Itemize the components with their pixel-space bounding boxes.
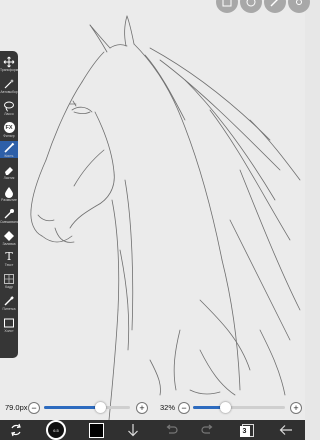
opacity-plus-button[interactable]: +: [290, 402, 302, 414]
tool-palette: Трансформ Автовыбор Лассо FX Фильтр Кист…: [0, 51, 18, 358]
eraser-icon: [2, 163, 16, 176]
secondary-color-button[interactable]: [88, 422, 104, 438]
tool-lasso[interactable]: Лассо: [0, 99, 18, 116]
smudge-icon: [2, 207, 16, 220]
back-arrow-icon[interactable]: [278, 422, 294, 438]
drawing-canvas[interactable]: [0, 0, 305, 440]
blur-icon: [2, 185, 16, 198]
redo-icon[interactable]: [200, 422, 216, 438]
tool-eyedropper[interactable]: Пипетка: [0, 294, 18, 311]
secondary-color-swatch: [88, 422, 104, 438]
magic-wand-icon: [2, 77, 16, 90]
rotate-canvas-icon[interactable]: [8, 422, 24, 438]
fill-icon: [2, 229, 16, 242]
lasso-icon: [2, 99, 16, 112]
layers-stack-icon: 3: [239, 423, 254, 437]
frame-icon: [2, 272, 16, 285]
layer-count: 3: [239, 425, 250, 437]
size-plus-button[interactable]: +: [136, 402, 148, 414]
move-icon: [2, 55, 16, 68]
tool-smudge[interactable]: Смешивание: [0, 207, 18, 224]
opacity-label: 32%: [160, 403, 176, 412]
eyedropper-icon: [2, 294, 16, 307]
tool-blur[interactable]: Размытие: [0, 185, 18, 202]
color-size-label: 6.5: [53, 427, 59, 433]
opacity-track[interactable]: [193, 406, 285, 409]
size-fill: [44, 406, 101, 409]
tool-eraser[interactable]: Ластик: [0, 163, 18, 180]
opacity-knob[interactable]: [219, 402, 231, 413]
undo-icon[interactable]: [163, 422, 179, 438]
tool-canvas[interactable]: Холст: [0, 316, 18, 333]
tool-filter[interactable]: FX Фильтр: [0, 121, 18, 138]
fx-icon: FX: [2, 121, 16, 134]
size-track[interactable]: [44, 406, 130, 409]
tool-brush[interactable]: Кисть: [0, 141, 18, 158]
text-icon: T: [2, 250, 16, 263]
size-minus-button[interactable]: −: [28, 402, 40, 414]
layers-button[interactable]: 3: [238, 422, 254, 438]
opacity-minus-button[interactable]: −: [178, 402, 190, 414]
tool-text[interactable]: T Текст: [0, 250, 18, 267]
brush-icon: [2, 141, 16, 154]
text-glyph: T: [5, 249, 13, 263]
tool-autoselect[interactable]: Автовыбор: [0, 77, 18, 94]
fx-text: FX: [3, 122, 15, 133]
tool-frame[interactable]: Кадр: [0, 272, 18, 289]
horse-sketch: [30, 15, 301, 431]
size-knob[interactable]: [95, 402, 107, 413]
download-arrow-icon[interactable]: [125, 422, 141, 438]
tool-fill[interactable]: Заливка: [0, 229, 18, 246]
tool-transform[interactable]: Трансформ: [0, 55, 18, 72]
canvas-icon: [2, 316, 16, 329]
brush-size-label: 79.0px: [5, 403, 28, 412]
color-picker-button[interactable]: 6.5: [46, 420, 66, 440]
current-color-swatch: 6.5: [46, 420, 66, 440]
brush-sliders: 79.0px − + 32% − +: [0, 395, 305, 420]
